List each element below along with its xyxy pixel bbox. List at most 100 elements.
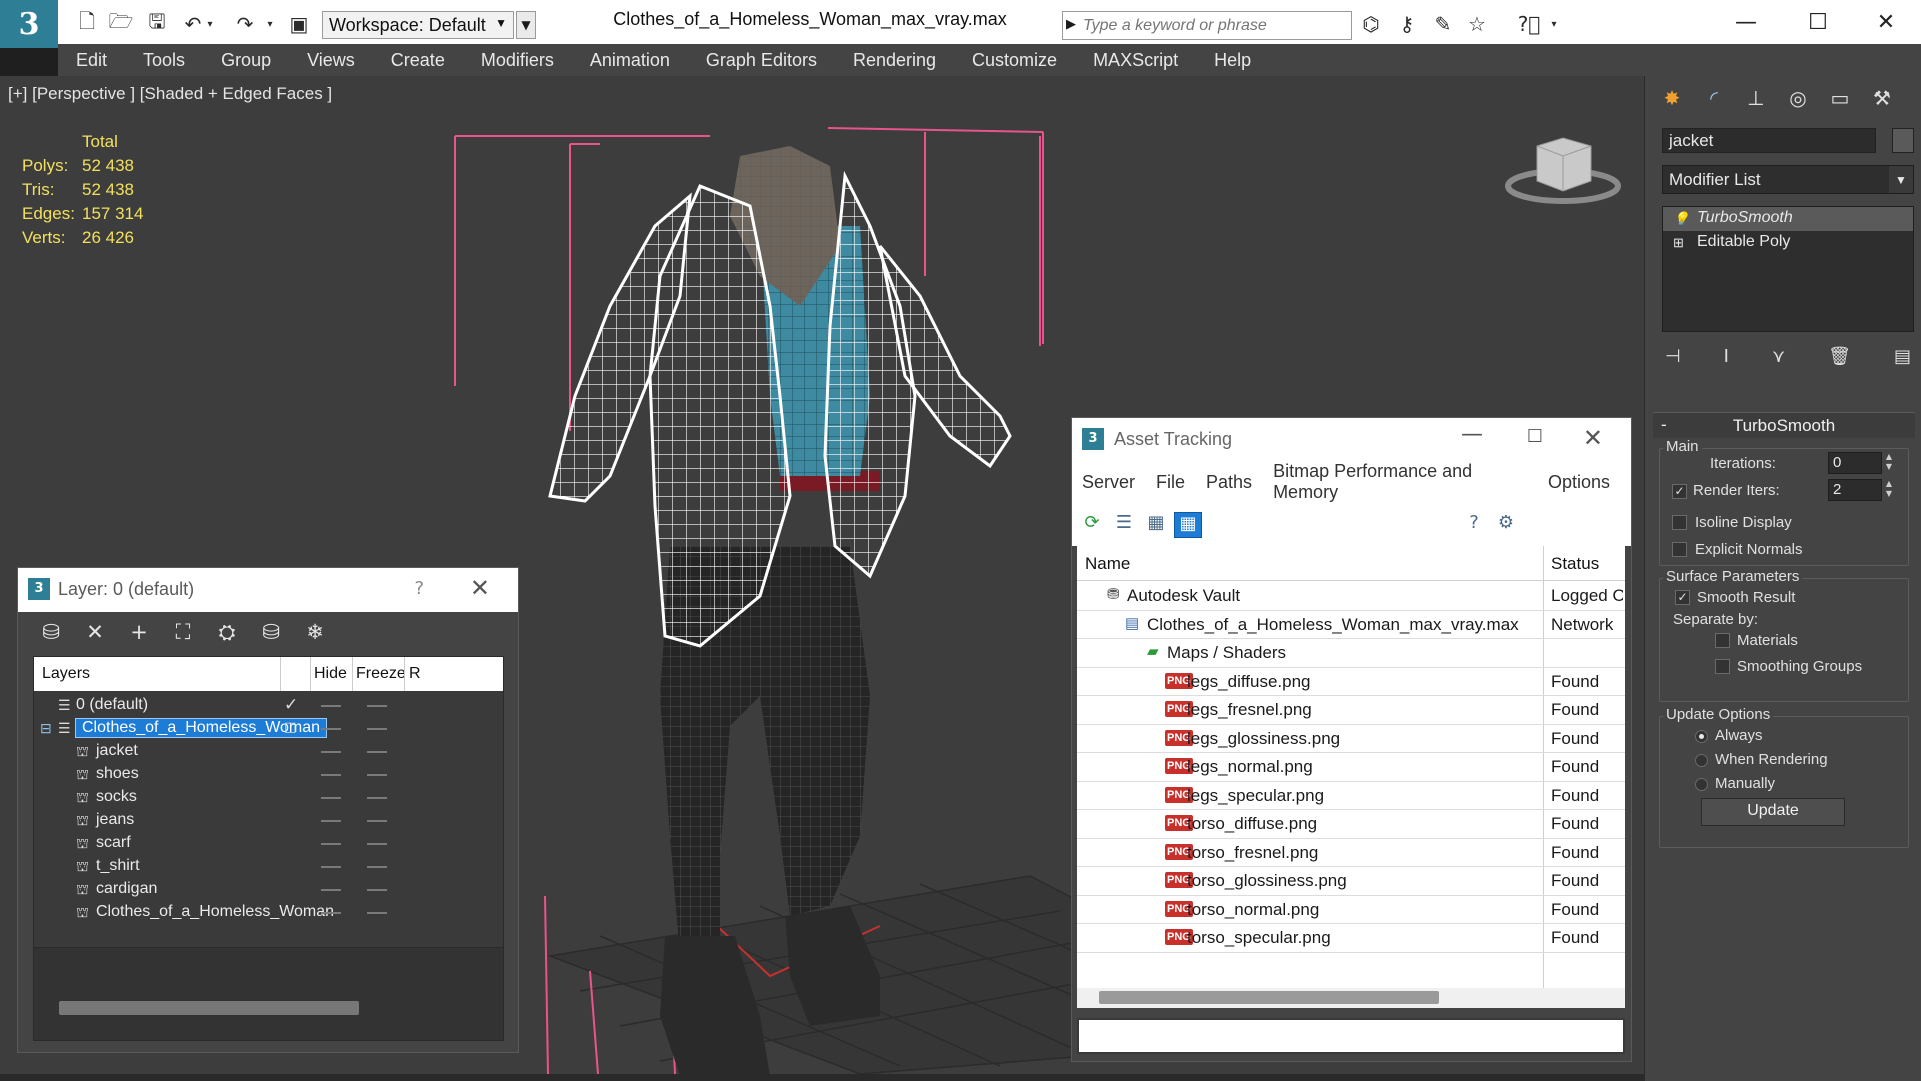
viewport-label[interactable]: [+] [Perspective ] [Shaded + Edged Faces… bbox=[8, 84, 332, 104]
freeze-all-layers-icon[interactable]: ❄ bbox=[302, 620, 328, 645]
hierarchy-tab-icon[interactable]: ⊥ bbox=[1741, 83, 1771, 113]
asset-path-field[interactable] bbox=[1077, 1018, 1625, 1054]
asset-row[interactable]: PNG torso_diffuse.png Found bbox=[1077, 810, 1625, 839]
modifier-list-dropdown[interactable]: Modifier List ▼ bbox=[1662, 165, 1914, 194]
update-button[interactable]: Update bbox=[1701, 798, 1845, 826]
freeze-toggle[interactable] bbox=[367, 866, 387, 868]
search-expand-icon[interactable]: ▶ bbox=[1066, 17, 1076, 32]
hide-toggle[interactable] bbox=[321, 820, 341, 822]
close-icon[interactable]: ✕ bbox=[470, 574, 490, 602]
smoothing-groups-checkbox[interactable] bbox=[1715, 659, 1730, 674]
smooth-result-checkbox[interactable]: ✓ bbox=[1675, 590, 1690, 605]
asset-row[interactable]: PNG torso_fresnel.png Found bbox=[1077, 839, 1625, 867]
remove-modifier-icon[interactable]: 🗑 bbox=[1828, 346, 1851, 367]
freeze-toggle[interactable] bbox=[367, 820, 387, 822]
menu-views[interactable]: Views bbox=[289, 50, 373, 71]
when-rendering-radio[interactable] bbox=[1695, 754, 1708, 767]
explicit-normals-checkbox[interactable] bbox=[1672, 542, 1687, 557]
help-search-icon[interactable]: ⚙ bbox=[1492, 512, 1520, 538]
menu-edit[interactable]: Edit bbox=[58, 50, 125, 71]
new-file-icon[interactable]: 🗋 bbox=[72, 9, 102, 38]
open-file-icon[interactable]: 🗁 bbox=[106, 9, 136, 38]
freeze-toggle[interactable] bbox=[367, 728, 387, 730]
column-name[interactable]: Name bbox=[1085, 554, 1130, 574]
help-icon[interactable]: ? bbox=[1460, 512, 1488, 538]
close-icon[interactable]: ✕ bbox=[1856, 4, 1916, 40]
freeze-toggle[interactable] bbox=[367, 751, 387, 753]
asset-row[interactable]: PNG legs_specular.png Found bbox=[1077, 782, 1625, 810]
layer-dialog-title-bar[interactable]: 3 Layer: 0 (default) ? ✕ bbox=[18, 568, 518, 612]
hide-toggle[interactable] bbox=[321, 751, 341, 753]
horizontal-scrollbar[interactable] bbox=[59, 1001, 359, 1015]
expand-plus-icon[interactable]: ⊞ bbox=[1673, 235, 1684, 251]
thumbnail-view-icon[interactable]: ▦ bbox=[1142, 512, 1170, 538]
asset-row[interactable]: PNG legs_normal.png Found bbox=[1077, 753, 1625, 782]
hide-toggle[interactable] bbox=[321, 889, 341, 891]
column-status[interactable]: Status bbox=[1551, 554, 1599, 574]
asset-row[interactable]: PNG legs_fresnel.png Found bbox=[1077, 696, 1625, 725]
save-icon[interactable]: 🖫 bbox=[142, 9, 172, 38]
set-active-layer-icon[interactable]: ☐ bbox=[284, 720, 297, 737]
menu-customize[interactable]: Customize bbox=[954, 50, 1075, 71]
asset-menu-paths[interactable]: Paths bbox=[1206, 472, 1252, 493]
binoculars-icon[interactable]: ⌬ bbox=[1356, 10, 1386, 38]
collapse-minus-icon[interactable]: ⊟ bbox=[40, 720, 52, 737]
utilities-tab-icon[interactable]: ⚒ bbox=[1867, 83, 1897, 113]
maximize-icon[interactable]: ☐ bbox=[1527, 426, 1543, 447]
column-hide[interactable]: Hide bbox=[314, 665, 347, 683]
asset-row[interactable]: PNG torso_specular.png Found bbox=[1077, 924, 1625, 953]
asset-row[interactable]: ▤ Clothes_of_a_Homeless_Woman_max_vray.m… bbox=[1077, 611, 1625, 639]
menu-animation[interactable]: Animation bbox=[572, 50, 688, 71]
show-end-result-icon[interactable]: Ⅰ bbox=[1724, 346, 1729, 367]
favorites-star-icon[interactable]: ☆ bbox=[1462, 10, 1492, 38]
menu-group[interactable]: Group bbox=[203, 50, 289, 71]
freeze-toggle[interactable] bbox=[367, 774, 387, 776]
delete-layer-icon[interactable]: ✕ bbox=[82, 620, 108, 645]
menu-help[interactable]: Help bbox=[1196, 50, 1269, 71]
column-layers[interactable]: Layers bbox=[42, 665, 90, 683]
workspace-menu-icon[interactable]: ▼ bbox=[516, 11, 536, 39]
freeze-toggle[interactable] bbox=[367, 889, 387, 891]
render-iters-checkbox[interactable]: ✓ bbox=[1672, 484, 1687, 499]
iterations-spinner[interactable]: 0 bbox=[1828, 452, 1882, 474]
render-iters-spinner[interactable]: 2 bbox=[1828, 479, 1882, 501]
menu-create[interactable]: Create bbox=[373, 50, 463, 71]
asset-row[interactable]: PNG legs_diffuse.png Found bbox=[1077, 668, 1625, 696]
display-tab-icon[interactable]: ▭ bbox=[1825, 83, 1855, 113]
hide-toggle[interactable] bbox=[321, 705, 341, 707]
add-to-layer-icon[interactable]: + bbox=[126, 620, 152, 645]
asset-menu-file[interactable]: File bbox=[1156, 472, 1185, 493]
help-icon[interactable]: ?⃝ bbox=[1514, 10, 1544, 38]
redo-icon[interactable]: ↷ bbox=[230, 10, 260, 38]
create-tab-icon[interactable]: ✸ bbox=[1657, 83, 1687, 113]
minimize-icon[interactable]: — bbox=[1716, 4, 1776, 40]
freeze-toggle[interactable] bbox=[367, 705, 387, 707]
configure-sets-icon[interactable]: ▤ bbox=[1894, 346, 1911, 367]
manually-radio[interactable] bbox=[1695, 778, 1708, 791]
list-view-icon[interactable]: ☰ bbox=[1110, 512, 1138, 538]
materials-checkbox[interactable] bbox=[1715, 633, 1730, 648]
stack-item-turbosmooth[interactable]: 💡 TurboSmooth bbox=[1663, 207, 1913, 231]
asset-menu-bitmap-performance[interactable]: Bitmap Performance and Memory bbox=[1273, 461, 1527, 503]
select-objects-icon[interactable]: ⛶ bbox=[170, 620, 196, 645]
horizontal-scrollbar-thumb[interactable] bbox=[1099, 991, 1439, 1004]
app-logo-icon[interactable]: 3 bbox=[0, 0, 58, 48]
hide-toggle[interactable] bbox=[321, 797, 341, 799]
asset-row[interactable]: ⛃ Autodesk Vault Logged O bbox=[1077, 582, 1625, 611]
menu-graph-editors[interactable]: Graph Editors bbox=[688, 50, 835, 71]
asset-row[interactable]: ▰ Maps / Shaders bbox=[1077, 639, 1625, 668]
object-name-field[interactable]: jacket bbox=[1662, 128, 1876, 153]
rollout-header[interactable]: - TurboSmooth bbox=[1653, 412, 1915, 438]
menu-maxscript[interactable]: MAXScript bbox=[1075, 50, 1196, 71]
column-freeze[interactable]: Freeze bbox=[356, 665, 406, 683]
freeze-toggle[interactable] bbox=[367, 912, 387, 914]
modify-tab-icon[interactable]: ◜ bbox=[1699, 83, 1729, 113]
search-input[interactable] bbox=[1083, 14, 1311, 37]
project-folder-icon[interactable]: ▣ bbox=[284, 10, 314, 38]
new-layer-icon[interactable]: ⛁ bbox=[38, 620, 64, 645]
make-unique-icon[interactable]: ⋎ bbox=[1772, 346, 1785, 367]
undo-dropdown-icon[interactable]: ▾ bbox=[202, 10, 218, 38]
hide-toggle[interactable] bbox=[321, 774, 341, 776]
always-radio[interactable] bbox=[1695, 730, 1708, 743]
freeze-toggle[interactable] bbox=[367, 797, 387, 799]
